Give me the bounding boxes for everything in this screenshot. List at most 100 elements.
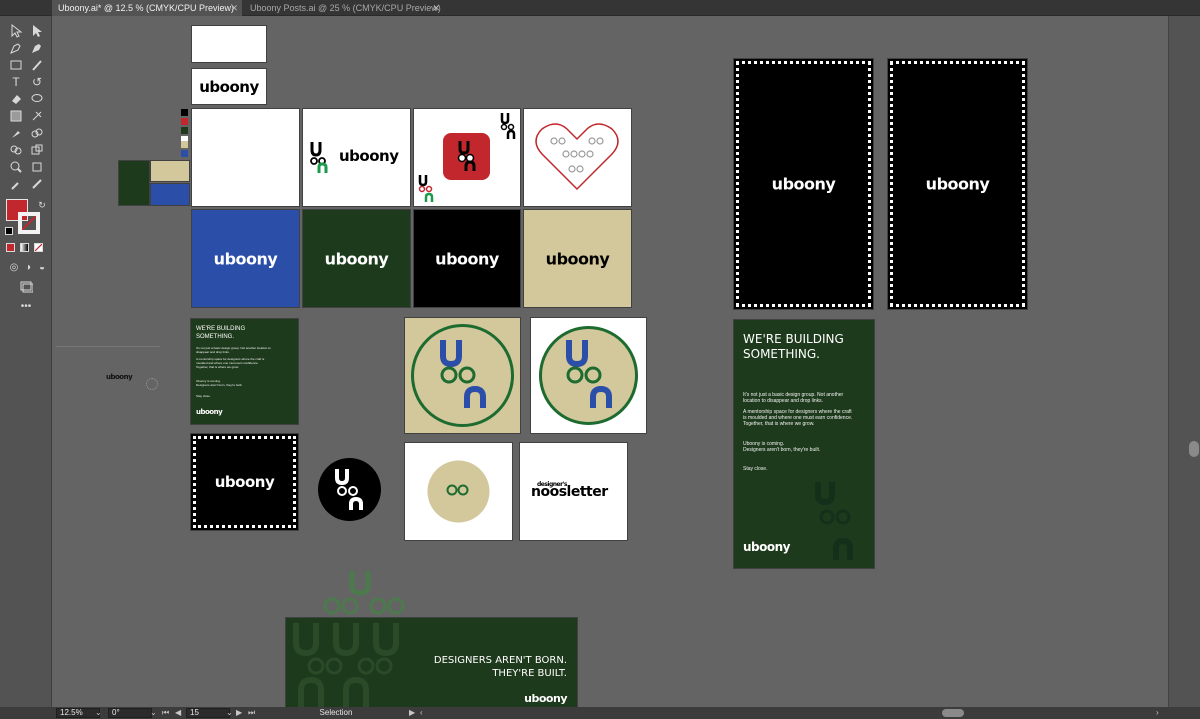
lasso-tool-icon[interactable] [29, 91, 45, 107]
floating-pattern-mark[interactable] [320, 568, 410, 618]
none-mode-icon[interactable] [34, 243, 43, 252]
rotation-dropdown-icon[interactable]: ⌄ [150, 707, 157, 719]
artboard-dropdown-icon[interactable]: ⌄ [226, 707, 233, 719]
change-screen-mode-icon[interactable] [18, 278, 34, 294]
red-swatch[interactable] [181, 118, 188, 125]
current-tool-label: Selection [319, 708, 353, 717]
artboard-app-icon[interactable] [414, 109, 520, 206]
artboard-heart-pattern[interactable] [524, 109, 631, 206]
first-artboard-icon[interactable]: ⏮ [162, 707, 169, 719]
blue-swatch[interactable] [181, 150, 188, 157]
artboard-green-poster[interactable]: WE'RE BUILDING SOMETHING. It's not just … [734, 320, 874, 568]
uboony-logo: uboony [199, 77, 259, 96]
artboard-black-poster-2[interactable]: uboony [888, 59, 1027, 309]
rectangle-tool-icon[interactable] [8, 57, 24, 73]
eraser-tool-icon[interactable] [8, 91, 24, 107]
slice-tool-icon[interactable] [29, 176, 45, 192]
loose-logo[interactable]: uboony [106, 373, 133, 381]
artboard-logo-small[interactable]: uboony [192, 69, 266, 104]
pen-tool-icon[interactable] [8, 40, 24, 56]
zoom-tool-icon[interactable] [8, 159, 24, 175]
color-mode-icon[interactable] [6, 243, 15, 252]
horizontal-scroll-thumb[interactable] [942, 709, 964, 717]
artboard-tool-icon[interactable] [29, 159, 45, 175]
artboard-black-logo[interactable]: uboony [414, 210, 520, 307]
green-swatch[interactable] [181, 127, 188, 134]
scale-tool-icon[interactable] [29, 142, 45, 158]
scroll-thumb[interactable] [1189, 441, 1199, 457]
next-artboard-icon[interactable]: ▶ [236, 707, 242, 719]
symbol-sprayer-tool-icon[interactable] [8, 176, 24, 192]
paintbrush-tool-icon[interactable] [29, 57, 45, 73]
scroll-left-icon[interactable]: ‹ [420, 707, 423, 719]
circle-mark [411, 324, 514, 427]
black-circle-badge[interactable] [318, 458, 381, 521]
circle-mark [539, 326, 638, 425]
scroll-right-icon[interactable]: › [1156, 707, 1159, 719]
shape-builder-tool-icon[interactable] [8, 142, 24, 158]
blend-tool-icon[interactable] [29, 125, 45, 141]
tab-uboony-ai[interactable]: Uboony.ai* @ 12.5 % (CMYK/CPU Preview) ✕ [52, 0, 242, 16]
artboard-circle-tan[interactable] [405, 318, 520, 433]
artboard-tan-logo[interactable]: uboony [524, 210, 631, 307]
artboard-green-post-small[interactable]: WE'RE BUILDING SOMETHING. It's not just … [191, 319, 298, 424]
artboard-blue-logo[interactable]: uboony [192, 210, 299, 307]
uboony-logo: uboony [213, 249, 278, 268]
draw-inside-icon[interactable]: ◒ [34, 260, 50, 276]
uboony-logo: uboony [925, 174, 990, 194]
tab-label: Uboony.ai* @ 12.5 % (CMYK/CPU Preview) [58, 3, 235, 13]
mesh-tool-icon[interactable] [29, 108, 45, 124]
artboard-circle-white[interactable] [531, 318, 646, 433]
direct-selection-tool-icon[interactable] [29, 23, 45, 39]
post-body-2: A mentorship space for designers where t… [196, 357, 265, 369]
black-swatch[interactable] [181, 109, 188, 116]
swap-colors-icon[interactable]: ↻ [34, 197, 50, 213]
status-bar: 12.5% ⌄ 0° ⌄ ⏮ ◀ 15 ⌄ ▶ ⏭ Selection ▶ ‹ … [0, 707, 1200, 719]
vertical-scrollbar[interactable] [1168, 16, 1200, 707]
artboard-black-poster-1[interactable]: uboony [734, 59, 873, 309]
illustrator-window: Uboony.ai* @ 12.5 % (CMYK/CPU Preview) ✕… [0, 0, 1200, 719]
last-artboard-icon[interactable]: ⏭ [248, 707, 255, 719]
curvature-tool-icon[interactable] [29, 40, 45, 56]
artboard-horizontal-logo[interactable]: uboony [303, 109, 410, 206]
artboard-white-blank[interactable] [192, 109, 299, 206]
uboony-logo: uboony [545, 249, 610, 268]
artboard-blank-small[interactable] [192, 26, 266, 62]
tools-panel: T ↺ ↻ ◎ ◑ ◒ ••• [0, 16, 52, 707]
poster-mark [815, 482, 853, 560]
mini-artboard-green[interactable] [119, 161, 149, 205]
artboard-newsletter[interactable]: designer's noosletter [520, 443, 627, 540]
badge-mark [335, 469, 363, 510]
close-tab-icon[interactable]: ✕ [230, 0, 238, 16]
gradient-mode-icon[interactable] [20, 243, 29, 252]
zoom-level-field[interactable]: 12.5% [56, 708, 100, 718]
mini-artboard-tan[interactable] [151, 161, 189, 181]
close-tab-icon[interactable]: ✕ [432, 0, 440, 16]
rotation-field[interactable]: 0° [108, 708, 152, 718]
more-tools-icon[interactable]: ••• [18, 299, 34, 315]
loose-ornament[interactable] [146, 378, 158, 390]
artboard-banner[interactable]: DESIGNERS AREN'T BORN. THEY'RE BUILT. ub… [286, 618, 577, 708]
gradient-tool-icon[interactable] [8, 108, 24, 124]
tan-swatch[interactable] [181, 141, 188, 148]
rotate-tool-icon[interactable]: ↺ [29, 74, 45, 90]
uboony-logo: uboony [324, 249, 389, 268]
eyedropper-tool-icon[interactable] [8, 125, 24, 141]
artboard-number-field[interactable]: 15 [186, 708, 230, 718]
stroke-color-swatch[interactable] [18, 212, 40, 234]
post-body-3: Uboony is coming. Designers aren't born,… [196, 379, 243, 387]
uboony-logo: uboony [214, 473, 275, 491]
tab-label: Uboony Posts.ai @ 25 % (CMYK/CPU Preview… [250, 3, 441, 13]
previous-artboard-icon[interactable]: ◀ [175, 707, 181, 719]
tab-uboony-posts-ai[interactable]: Uboony Posts.ai @ 25 % (CMYK/CPU Preview… [244, 0, 444, 16]
guide-line [56, 346, 160, 347]
type-tool-icon[interactable]: T [8, 74, 24, 90]
selection-tool-icon[interactable] [8, 23, 24, 39]
default-colors-icon[interactable] [5, 227, 13, 235]
mini-artboard-blue[interactable] [151, 184, 189, 205]
status-menu-icon[interactable]: ▶ [409, 707, 415, 719]
artboard-green-logo[interactable]: uboony [303, 210, 410, 307]
artboard-black-bordered[interactable]: uboony [191, 434, 298, 530]
zoom-dropdown-icon[interactable]: ⌄ [95, 707, 102, 719]
artboard-tan-dot[interactable] [405, 443, 512, 540]
